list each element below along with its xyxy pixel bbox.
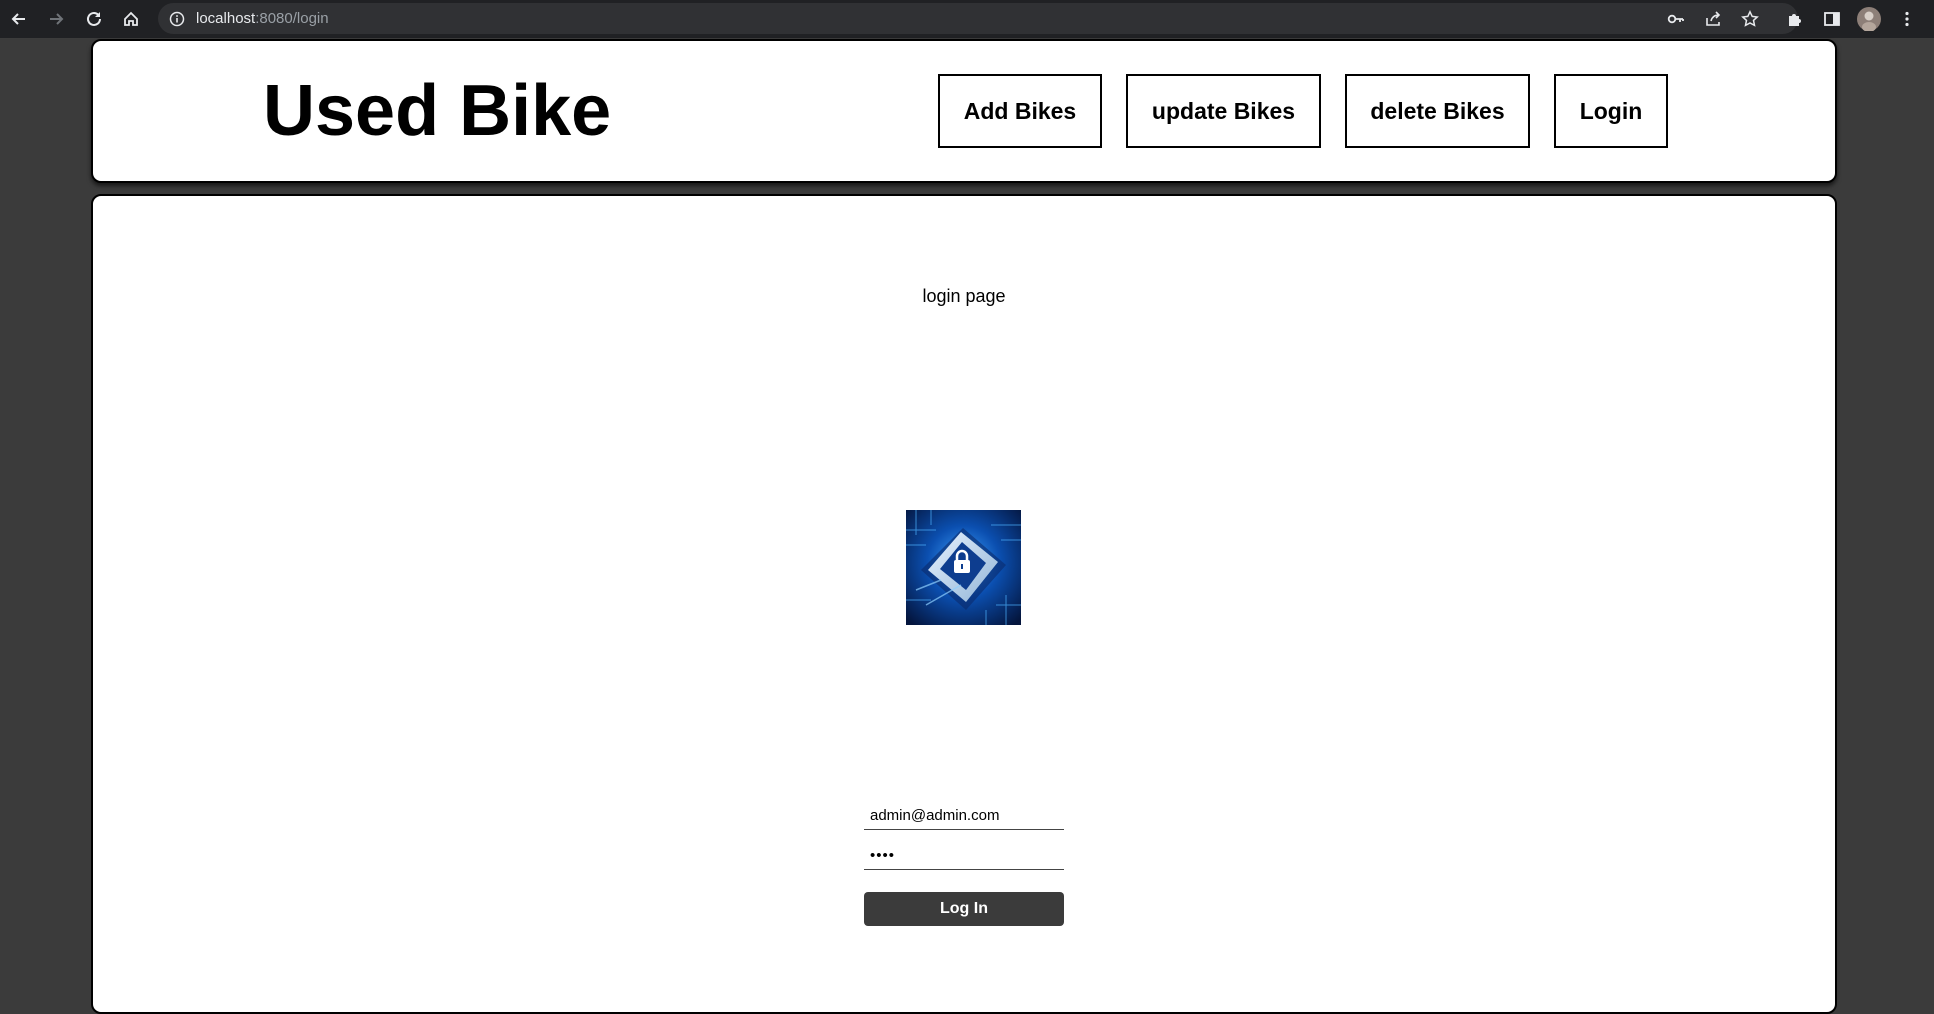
- url-path: :8080/login: [255, 10, 329, 27]
- url-text: localhost:8080/login: [196, 10, 329, 27]
- update-bikes-button[interactable]: update Bikes: [1126, 74, 1321, 148]
- page-heading: login page: [922, 286, 1006, 306]
- reload-icon[interactable]: [81, 6, 107, 32]
- browser-toolbar: localhost:8080/login: [0, 0, 1934, 39]
- key-icon[interactable]: [1663, 6, 1689, 32]
- bookmark-star-icon[interactable]: [1737, 6, 1763, 32]
- share-icon[interactable]: [1700, 6, 1726, 32]
- add-bikes-button[interactable]: Add Bikes: [938, 74, 1102, 148]
- more-menu-icon[interactable]: [1894, 6, 1920, 32]
- login-nav-button[interactable]: Login: [1554, 74, 1668, 148]
- site-header: Used Bike Add Bikes update Bikes delete …: [91, 39, 1837, 183]
- profile-avatar[interactable]: [1856, 6, 1882, 32]
- url-host: localhost: [196, 10, 256, 27]
- home-icon[interactable]: [118, 6, 144, 32]
- back-icon[interactable]: [6, 6, 32, 32]
- side-panel-icon[interactable]: [1819, 6, 1845, 32]
- password-field[interactable]: [864, 842, 1064, 870]
- login-panel: login page admin@admin.com •••• Log In: [91, 194, 1837, 1014]
- log-in-button[interactable]: Log In: [864, 892, 1064, 926]
- delete-bikes-button[interactable]: delete Bikes: [1345, 74, 1530, 148]
- security-lock-image: [906, 510, 1021, 625]
- forward-icon[interactable]: [43, 6, 69, 32]
- email-field[interactable]: [864, 802, 1064, 830]
- site-title: Used Bike: [263, 71, 612, 151]
- extensions-icon[interactable]: [1782, 6, 1808, 32]
- info-icon[interactable]: [169, 11, 185, 32]
- address-bar[interactable]: localhost:8080/login: [158, 3, 1798, 34]
